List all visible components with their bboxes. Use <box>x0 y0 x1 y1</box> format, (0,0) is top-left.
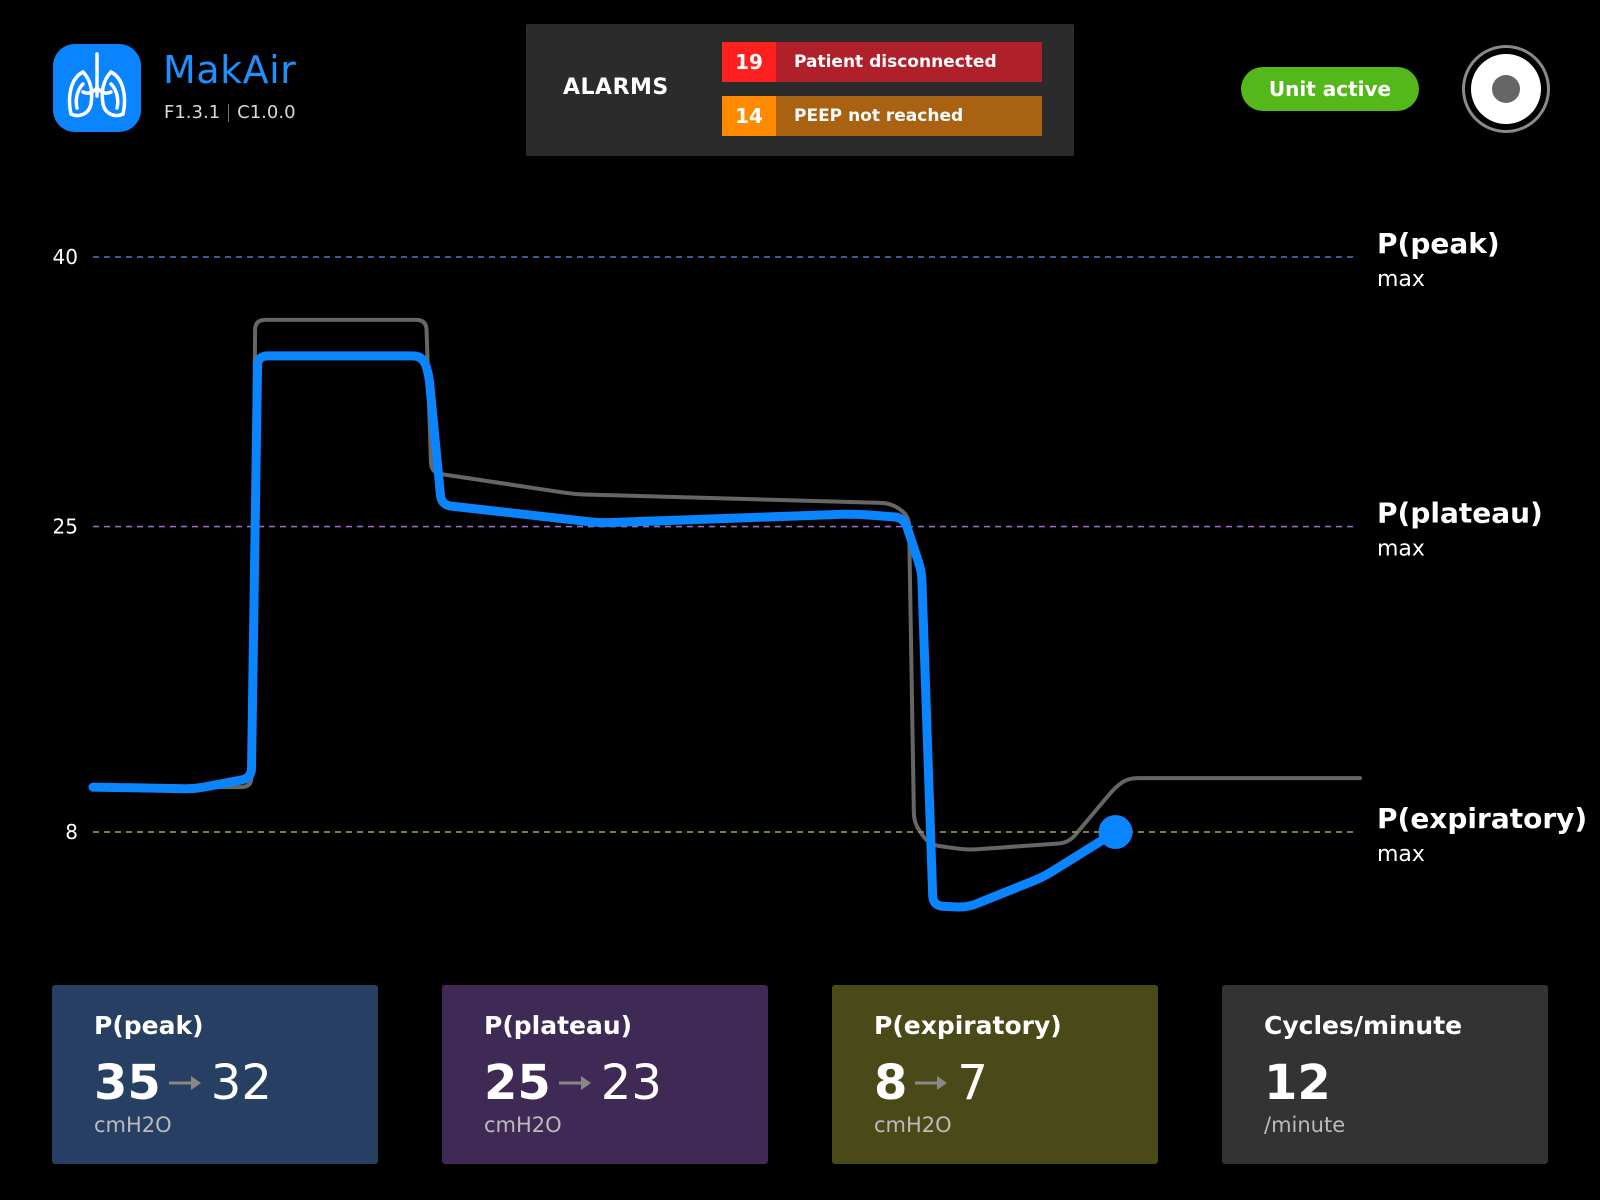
threshold-sub-label: max <box>1377 537 1425 562</box>
card-label: P(peak) <box>94 1011 204 1040</box>
threshold-label: P(peak) <box>1377 227 1500 260</box>
current-cycle-line <box>88 351 1120 912</box>
card-unit: cmH2O <box>94 1113 172 1137</box>
previous-cycle-line <box>91 317 1362 852</box>
card-label: P(expiratory) <box>874 1011 1062 1040</box>
current-value: 35 <box>94 1055 161 1111</box>
current-position-dot <box>1098 815 1133 849</box>
threshold-label: P(expiratory) <box>1377 802 1587 835</box>
card-label: Cycles/minute <box>1264 1011 1463 1040</box>
threshold-sub-label: max <box>1377 842 1425 867</box>
card-values: 35 32 <box>94 1055 272 1111</box>
y-tick-label: 8 <box>65 820 78 844</box>
arrow-right-icon <box>558 1076 591 1090</box>
expiratory-pressure-card[interactable]: P(expiratory) 8 7 cmH2O <box>832 985 1158 1164</box>
target-value: 7 <box>957 1055 988 1111</box>
threshold-sub-label: max <box>1377 267 1425 292</box>
card-unit: /minute <box>1264 1113 1346 1137</box>
card-values: 25 23 <box>484 1055 662 1111</box>
card-values: 8 7 <box>874 1055 988 1111</box>
arrow-right-icon <box>915 1076 948 1090</box>
card-unit: cmH2O <box>484 1113 562 1137</box>
y-tick-label: 40 <box>53 245 78 269</box>
target-value: 23 <box>600 1055 662 1111</box>
card-label: P(plateau) <box>484 1011 633 1040</box>
card-unit: cmH2O <box>874 1113 952 1137</box>
plateau-pressure-card[interactable]: P(plateau) 25 23 cmH2O <box>442 985 768 1164</box>
y-tick-label: 25 <box>53 515 78 539</box>
threshold-label: P(plateau) <box>1377 497 1543 530</box>
cycles-per-minute-card[interactable]: Cycles/minute 12 /minute <box>1222 985 1548 1164</box>
current-value: 8 <box>874 1055 908 1111</box>
target-value: 32 <box>210 1055 272 1111</box>
card-values: 12 <box>1264 1055 1331 1111</box>
current-value: 12 <box>1264 1055 1331 1111</box>
pressure-chart: 40 P(peak) max 25 P(plateau) max 8 P(expiratory… <box>53 227 1587 912</box>
current-value: 25 <box>484 1055 551 1111</box>
arrow-right-icon <box>168 1076 201 1090</box>
peak-pressure-card[interactable]: P(peak) 35 32 cmH2O <box>52 985 378 1164</box>
